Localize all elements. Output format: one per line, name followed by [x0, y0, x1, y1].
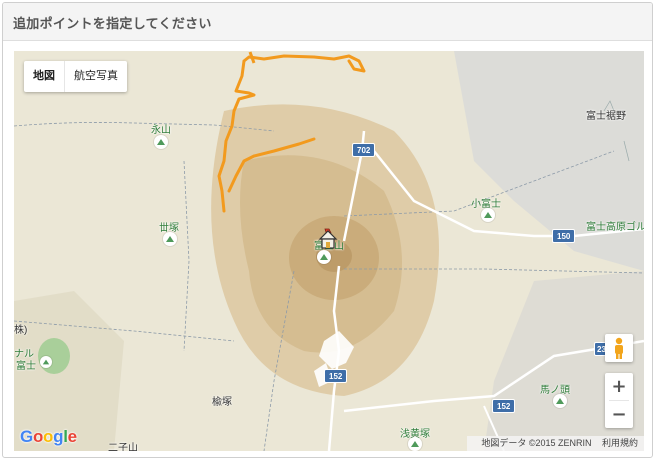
label-fujisusono: 富士裾野: [586, 111, 626, 122]
point-selection-panel: 追加ポイントを指定してください 地図 航空写真 702 150 152 152 …: [2, 2, 653, 458]
label-nirizuka: 楡塚: [212, 397, 232, 408]
logo-letter: g: [53, 427, 64, 446]
map-canvas[interactable]: 地図 航空写真 702 150 152 152 永山 丗塚 富士裾野 小富士 富…: [14, 51, 644, 451]
pegman-icon: [615, 337, 623, 359]
map-type-control: 地図 航空写真: [24, 61, 127, 92]
terms-link[interactable]: 利用規約: [602, 438, 638, 448]
route-shield: 152: [324, 369, 348, 383]
mountain-icon: [553, 394, 567, 408]
panel-header: 追加ポイントを指定してください: [3, 3, 652, 41]
mountain-icon: [40, 356, 52, 368]
mountain-icon: [154, 135, 168, 149]
label-eishan: 永山: [151, 125, 171, 136]
zoom-out-button[interactable]: −: [605, 401, 633, 428]
map-type-satellite[interactable]: 航空写真: [65, 61, 127, 92]
logo-letter: o: [43, 427, 54, 446]
zoom-control: + −: [605, 373, 633, 428]
label-fujikogen: 富士高原ゴル: [586, 222, 644, 233]
panel-title: 追加ポイントを指定してください: [13, 17, 212, 32]
label-kabu: 株): [14, 325, 28, 336]
selected-point-marker[interactable]: [317, 227, 339, 255]
map-attribution: 地図データ ©2015 ZENRIN 利用規約: [467, 436, 644, 451]
google-logo: Google: [20, 427, 77, 447]
label-fuji-left: 富士: [16, 361, 36, 372]
logo-letter: o: [32, 427, 44, 446]
zoom-in-button[interactable]: +: [605, 373, 633, 400]
home-icon: [318, 228, 338, 249]
mountain-icon: [408, 437, 422, 451]
map-type-map[interactable]: 地図: [24, 61, 64, 92]
route-shield: 702: [352, 143, 376, 157]
label-uma-no-kubi: 馬ノ頭: [540, 385, 570, 396]
logo-letter: e: [67, 427, 77, 446]
label-futagoyama: 二子山: [108, 443, 138, 451]
street-view-pegman-button[interactable]: [605, 334, 633, 362]
map-data-credit: 地図データ ©2015 ZENRIN: [481, 438, 592, 448]
route-shield: 152: [492, 399, 516, 413]
route-shield: 150: [552, 229, 576, 243]
logo-letter: G: [20, 427, 33, 446]
mountain-icon: [481, 208, 495, 222]
mountain-icon: [163, 232, 177, 246]
